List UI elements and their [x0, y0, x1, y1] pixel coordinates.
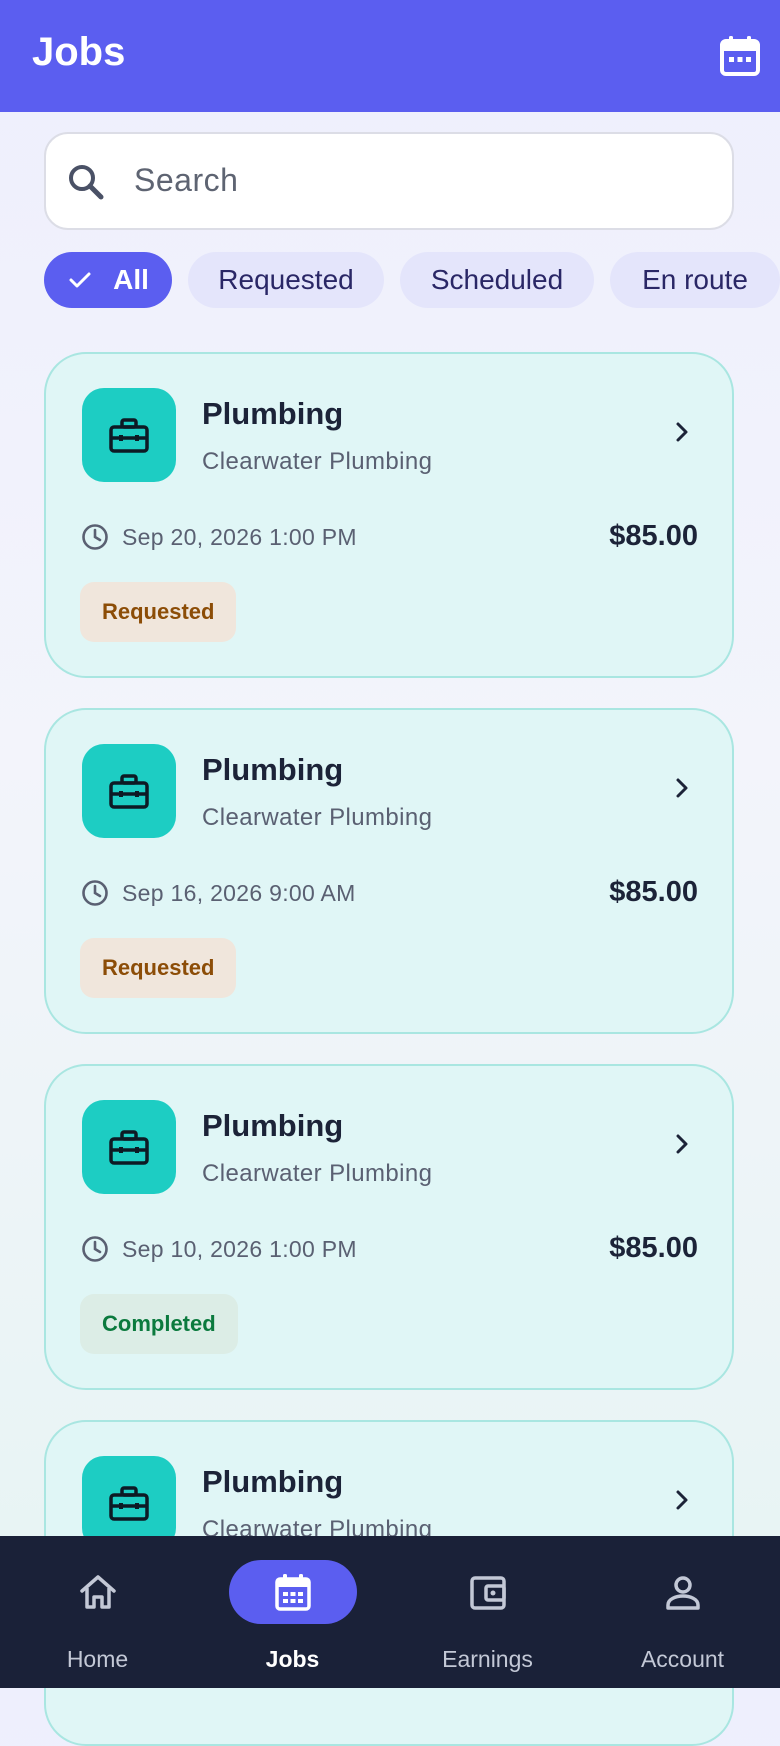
status-badge: Requested	[80, 582, 237, 642]
app-bar: Jobs	[0, 0, 780, 112]
nav-label: Jobs	[265, 1646, 320, 1672]
toolbox-icon	[109, 774, 149, 809]
person-icon	[666, 1576, 700, 1610]
job-icon-tile	[82, 744, 176, 838]
page-title: Jobs	[32, 30, 126, 74]
toolbox-icon	[109, 1486, 149, 1521]
filter-chip-all[interactable]: All	[44, 252, 172, 308]
job-vendor: Clearwater Plumbing	[202, 1160, 433, 1187]
job-category: Plumbing	[202, 396, 344, 431]
check-icon	[69, 272, 91, 288]
nav-item-home[interactable]: Home	[0, 1536, 195, 1688]
chevron-right-icon	[676, 778, 688, 798]
filter-chip-scheduled[interactable]: Scheduled	[400, 252, 594, 308]
job-price: $85.00	[609, 876, 698, 908]
calendar-button[interactable]	[718, 34, 762, 78]
job-datetime: Sep 20, 2026 1:00 PM	[122, 524, 357, 550]
chevron-right-icon	[676, 1490, 688, 1510]
nav-item-account[interactable]: Account	[585, 1536, 780, 1688]
filter-chip-label: Scheduled	[430, 264, 564, 295]
filter-chip-label: Requested	[218, 264, 354, 295]
job-icon-tile	[82, 1100, 176, 1194]
search-placeholder: Search	[134, 162, 239, 198]
filter-chip-label: En route	[642, 264, 748, 295]
job-card[interactable]: Plumbing Clearwater Plumbing Sep 20, 202…	[44, 352, 734, 678]
toolbox-icon	[109, 418, 149, 453]
job-category: Plumbing	[202, 752, 344, 787]
home-icon	[80, 1575, 116, 1609]
nav-item-jobs[interactable]: Jobs	[195, 1536, 390, 1688]
job-card[interactable]: Plumbing Clearwater Plumbing Sep 16, 202…	[44, 708, 734, 1034]
job-price: $85.00	[609, 520, 698, 552]
nav-label: Account	[640, 1646, 725, 1672]
job-icon-tile	[82, 388, 176, 482]
search-input[interactable]: Search	[44, 132, 734, 230]
job-vendor: Clearwater Plumbing	[202, 448, 433, 475]
status-badge: Requested	[80, 938, 237, 998]
chevron-right-icon	[676, 422, 688, 442]
job-datetime: Sep 16, 2026 9:00 AM	[122, 880, 356, 906]
wallet-icon	[470, 1576, 506, 1610]
toolbox-icon	[109, 1130, 149, 1165]
clock-icon	[82, 880, 108, 906]
chevron-right-icon	[676, 1134, 688, 1154]
job-category: Plumbing	[202, 1108, 344, 1143]
calendar-icon	[720, 36, 760, 76]
job-price: $85.00	[609, 1232, 698, 1264]
clock-icon	[82, 524, 108, 550]
calendar-icon	[275, 1574, 311, 1611]
bottom-nav: Home Jobs Earnings Account	[0, 1536, 780, 1688]
job-card[interactable]: Plumbing Clearwater Plumbing Sep 10, 202…	[44, 1064, 734, 1390]
job-category: Plumbing	[202, 1464, 344, 1499]
nav-label: Home	[66, 1646, 129, 1672]
filter-chip-requested[interactable]: Requested	[188, 252, 384, 308]
status-badge: Completed	[80, 1294, 238, 1354]
job-vendor: Clearwater Plumbing	[202, 804, 433, 831]
filter-chip-en-route[interactable]: En route	[610, 252, 780, 308]
search-icon	[69, 165, 104, 200]
job-datetime: Sep 10, 2026 1:00 PM	[122, 1236, 357, 1262]
nav-label: Earnings	[442, 1646, 533, 1672]
clock-icon	[82, 1236, 108, 1262]
nav-item-earnings[interactable]: Earnings	[390, 1536, 585, 1688]
filter-chip-label: All	[113, 264, 149, 295]
